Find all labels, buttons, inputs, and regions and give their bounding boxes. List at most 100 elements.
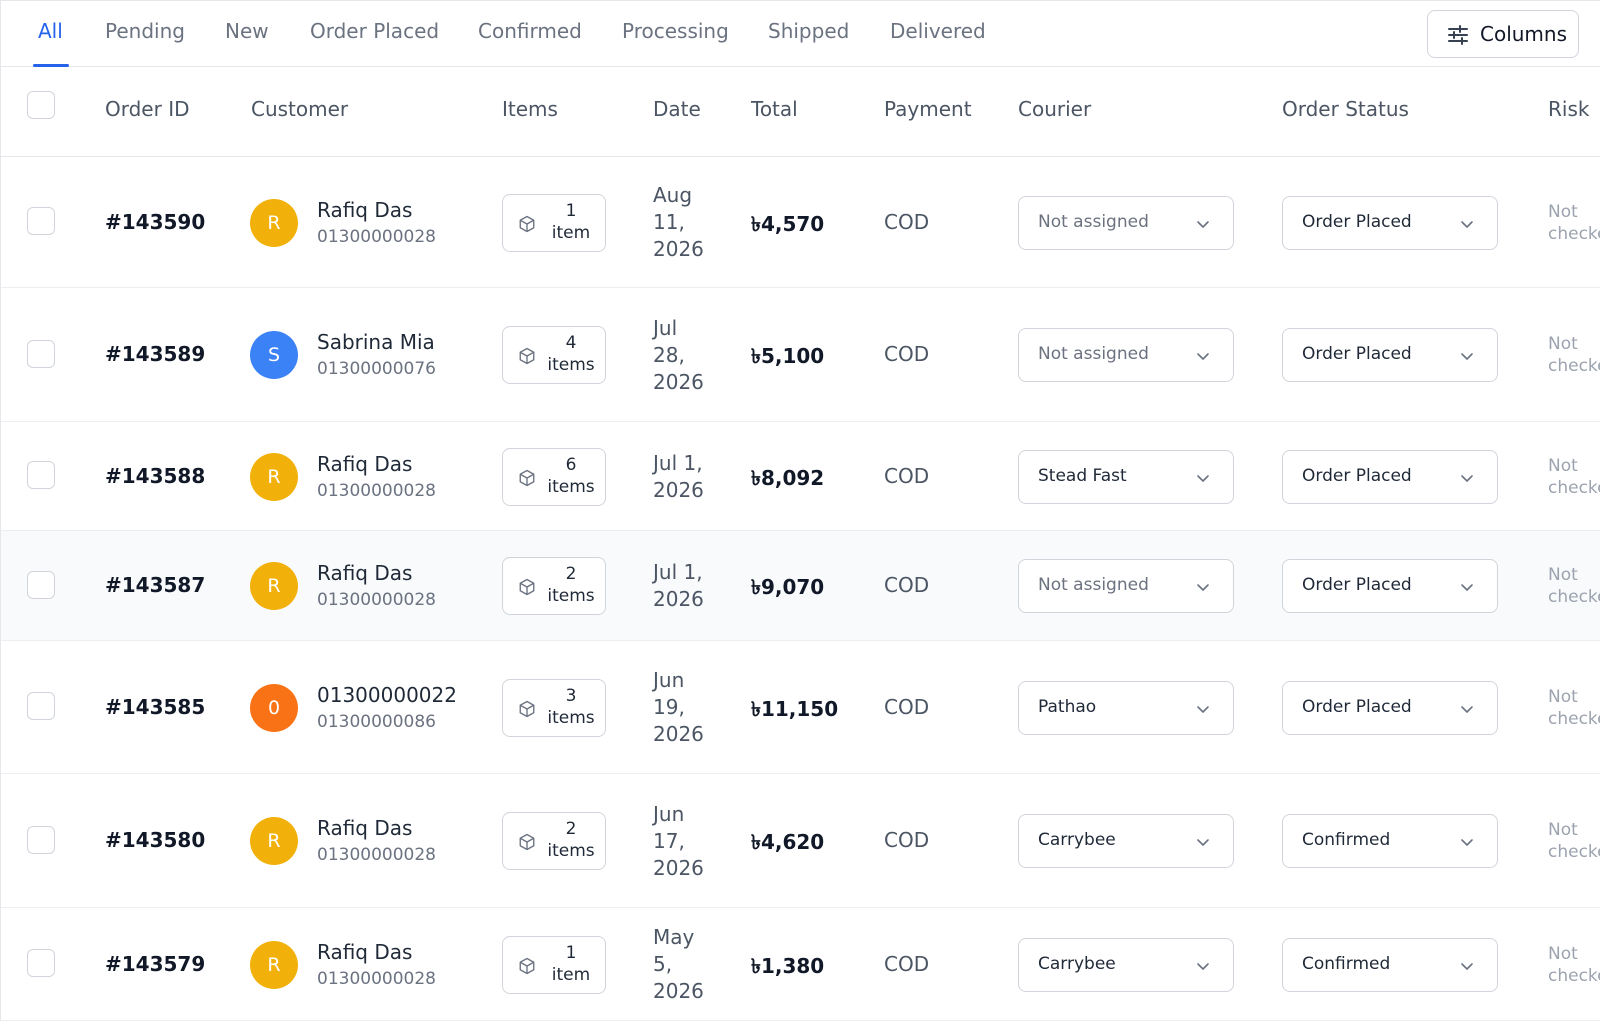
avatar: R xyxy=(250,940,298,989)
column-payment[interactable]: Payment xyxy=(884,97,972,121)
column-items[interactable]: Items xyxy=(502,97,558,121)
tab-confirmed[interactable]: Confirmed xyxy=(478,19,582,43)
risk-status: Not checked xyxy=(1548,201,1600,245)
row-checkbox[interactable] xyxy=(27,570,55,599)
items-button[interactable]: 1 item xyxy=(502,193,606,252)
status-tabs: All Pending New Order Placed Confirmed P… xyxy=(1,0,1600,67)
courier-select[interactable]: Stead Fast xyxy=(1018,449,1234,504)
tab-order-placed[interactable]: Order Placed xyxy=(310,19,439,43)
risk-status: Not checked xyxy=(1548,333,1600,377)
column-courier[interactable]: Courier xyxy=(1018,97,1091,121)
table-row[interactable]: #143590 R Rafiq Das 01300000028 1 item A… xyxy=(1,157,1600,288)
row-checkbox[interactable] xyxy=(27,949,55,977)
table-row[interactable]: #143589 S Sabrina Mia 01300000076 4 item… xyxy=(1,288,1600,422)
table-row[interactable]: #143580 R Rafiq Das 01300000028 2 items … xyxy=(1,774,1600,908)
customer-phone: 01300000028 xyxy=(317,845,436,865)
column-total[interactable]: Total xyxy=(751,97,798,121)
order-status-select[interactable]: Order Placed xyxy=(1282,680,1498,735)
customer-name[interactable]: Rafiq Das xyxy=(317,198,412,222)
item-unit: item xyxy=(551,222,591,243)
chevron-down-icon xyxy=(1197,584,1209,591)
column-date[interactable]: Date xyxy=(653,97,701,121)
columns-button[interactable]: Columns xyxy=(1427,10,1579,58)
table-row[interactable]: #143579 R Rafiq Das 01300000028 1 item M… xyxy=(1,908,1600,1021)
order-date: Jun 17, 2026 xyxy=(653,801,733,882)
items-button[interactable]: 6 items xyxy=(502,447,606,506)
tab-shipped[interactable]: Shipped xyxy=(768,19,849,43)
risk-status: Not checked xyxy=(1548,455,1600,499)
order-date: Jun 19, 2026 xyxy=(653,667,733,748)
chevron-down-icon xyxy=(1461,353,1473,360)
column-customer[interactable]: Customer xyxy=(251,97,348,121)
order-status-select[interactable]: Order Placed xyxy=(1282,449,1498,504)
row-checkbox[interactable] xyxy=(27,207,55,235)
items-button[interactable]: 3 items xyxy=(502,678,606,737)
tab-pending[interactable]: Pending xyxy=(105,19,185,43)
order-status-select[interactable]: Confirmed xyxy=(1282,814,1498,868)
item-count: 3 xyxy=(565,685,577,706)
courier-select[interactable]: Not assigned xyxy=(1018,328,1234,382)
tab-new[interactable]: New xyxy=(225,19,269,43)
order-status-select[interactable]: Order Placed xyxy=(1282,559,1498,613)
customer-name[interactable]: Rafiq Das xyxy=(317,816,412,840)
order-date-line: 5, xyxy=(653,952,673,976)
order-id[interactable]: #143590 xyxy=(105,210,205,234)
customer-name[interactable]: 01300000022 xyxy=(317,683,457,707)
order-status-select[interactable]: Order Placed xyxy=(1282,328,1498,382)
risk-status: Not checked xyxy=(1548,686,1600,730)
order-date: Jul 1, 2026 xyxy=(653,450,733,504)
risk-line: Not xyxy=(1548,686,1578,707)
items-button[interactable]: 2 items xyxy=(502,812,606,870)
tab-all[interactable]: All xyxy=(38,19,63,43)
table-row[interactable]: #143587 R Rafiq Das 01300000028 2 items … xyxy=(1,531,1600,641)
tab-delivered[interactable]: Delivered xyxy=(890,19,986,43)
courier-select[interactable]: Not assigned xyxy=(1018,195,1234,250)
order-status-select[interactable]: Confirmed xyxy=(1282,937,1498,992)
table-row[interactable]: #143585 0 01300000022 01300000086 3 item… xyxy=(1,641,1600,774)
order-status-value: Order Placed xyxy=(1302,575,1412,595)
table-row[interactable]: #143588 R Rafiq Das 01300000028 6 items … xyxy=(1,422,1600,531)
courier-select[interactable]: Carrybee xyxy=(1018,814,1234,868)
chevron-down-icon xyxy=(1197,962,1209,970)
order-id[interactable]: #143589 xyxy=(105,342,205,366)
items-button[interactable]: 1 item xyxy=(502,935,606,994)
items-button[interactable]: 4 items xyxy=(502,326,606,384)
customer-name[interactable]: Sabrina Mia xyxy=(317,330,435,354)
tab-processing[interactable]: Processing xyxy=(622,19,729,43)
risk-line: Not xyxy=(1548,334,1578,354)
order-total: ৳4,620 xyxy=(751,830,825,854)
courier-select[interactable]: Carrybee xyxy=(1018,937,1234,992)
chevron-down-icon xyxy=(1197,220,1209,228)
column-order-status[interactable]: Order Status xyxy=(1282,97,1409,121)
order-id[interactable]: #143588 xyxy=(105,464,205,488)
order-id[interactable]: #143585 xyxy=(105,695,205,719)
courier-select[interactable]: Pathao xyxy=(1018,680,1234,735)
order-status-value: Order Placed xyxy=(1302,465,1412,486)
courier-select[interactable]: Not assigned xyxy=(1018,559,1234,613)
chevron-down-icon xyxy=(1461,839,1473,846)
row-checkbox[interactable] xyxy=(27,825,55,854)
customer-phone: 01300000028 xyxy=(317,590,436,610)
column-risk[interactable]: Risk xyxy=(1548,97,1589,121)
order-id[interactable]: #143587 xyxy=(105,573,205,597)
order-status-select[interactable]: Order Placed xyxy=(1282,195,1498,250)
order-id[interactable]: #143579 xyxy=(105,952,205,976)
row-checkbox[interactable] xyxy=(27,692,55,720)
customer-name[interactable]: Rafiq Das xyxy=(317,561,412,585)
risk-line: checked xyxy=(1548,223,1600,244)
order-id[interactable]: #143580 xyxy=(105,828,205,852)
item-unit: item xyxy=(551,964,591,985)
order-status-value: Order Placed xyxy=(1302,344,1412,364)
column-order-id[interactable]: Order ID xyxy=(105,97,190,121)
row-checkbox[interactable] xyxy=(27,339,55,368)
order-date-line: 2026 xyxy=(653,369,704,394)
select-all-checkbox[interactable] xyxy=(27,91,55,119)
items-button[interactable]: 2 items xyxy=(502,557,606,615)
avatar: R xyxy=(250,452,298,501)
customer-name[interactable]: Rafiq Das xyxy=(317,452,412,476)
customer-name[interactable]: Rafiq Das xyxy=(317,940,412,964)
row-checkbox[interactable] xyxy=(27,461,55,489)
order-date-line: 2026 xyxy=(653,979,704,1003)
risk-line: Not xyxy=(1548,565,1578,585)
item-count: 6 xyxy=(565,454,577,475)
